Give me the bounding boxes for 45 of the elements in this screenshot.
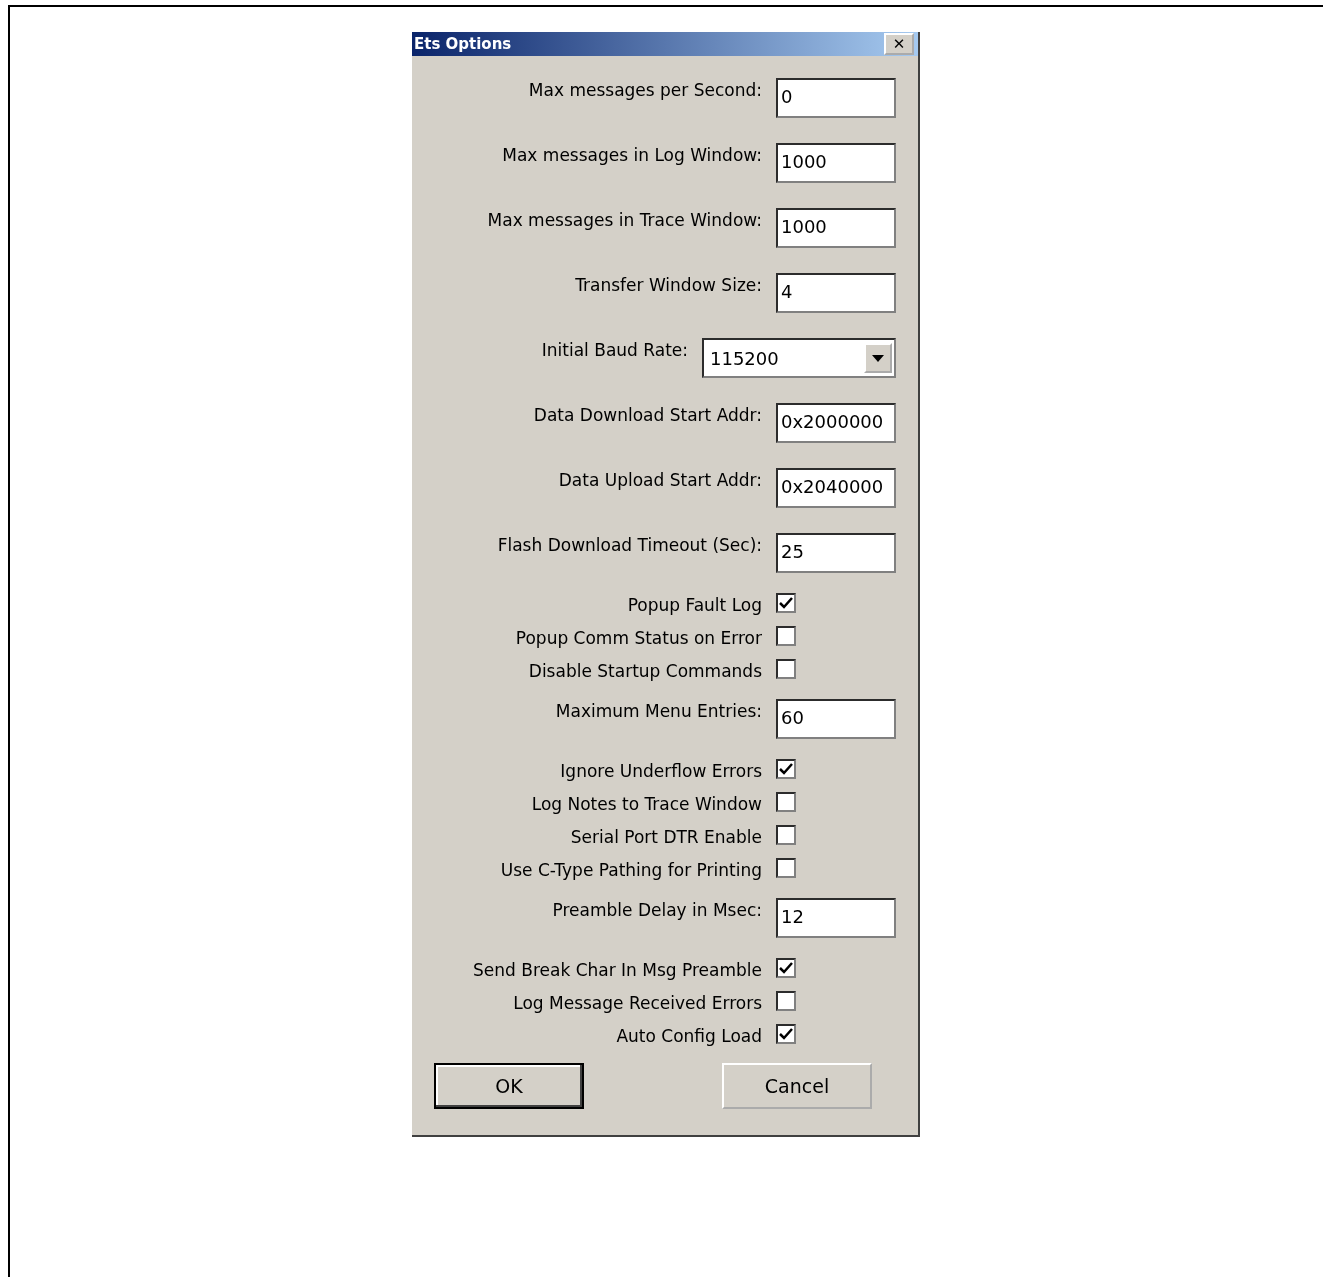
input-field[interactable]: 4 bbox=[776, 273, 896, 313]
input-field[interactable]: 0 bbox=[776, 78, 896, 118]
close-button[interactable]: ✕ bbox=[884, 33, 914, 55]
checkbox[interactable] bbox=[776, 1024, 796, 1044]
checkbox[interactable] bbox=[776, 991, 796, 1011]
window-title: Ets Options bbox=[414, 35, 512, 53]
input-field[interactable]: 60 bbox=[776, 699, 896, 739]
checkbox-label: Popup Comm Status on Error bbox=[515, 628, 762, 648]
checkbox[interactable] bbox=[776, 858, 796, 878]
checkbox[interactable] bbox=[776, 659, 796, 679]
field-label: Initial Baud Rate: bbox=[541, 340, 688, 360]
checkbox[interactable] bbox=[776, 825, 796, 845]
checkbox-label: Ignore Underflow Errors bbox=[560, 761, 762, 781]
field-label: Transfer Window Size: bbox=[575, 275, 762, 295]
checkbox[interactable] bbox=[776, 958, 796, 978]
checkbox[interactable] bbox=[776, 759, 796, 779]
checkbox-label: Serial Port DTR Enable bbox=[570, 827, 762, 847]
checkbox[interactable] bbox=[776, 626, 796, 646]
checkbox-label: Log Notes to Trace Window bbox=[531, 794, 762, 814]
checkbox-label: Use C-Type Pathing for Printing bbox=[500, 860, 762, 880]
field-label: Max messages per Second: bbox=[528, 80, 762, 100]
checkbox-label: Send Break Char In Msg Preamble bbox=[473, 960, 762, 980]
dropdown[interactable]: 115200 bbox=[702, 338, 896, 378]
caret-icon bbox=[872, 354, 884, 362]
ok-button[interactable]: OK bbox=[434, 1063, 584, 1109]
cancel-button[interactable]: Cancel bbox=[722, 1063, 872, 1109]
input-field[interactable]: 25 bbox=[776, 533, 896, 573]
checkbox[interactable] bbox=[776, 593, 796, 613]
field-label: Flash Download Timeout (Sec): bbox=[497, 535, 762, 555]
field-label: Max messages in Trace Window: bbox=[487, 210, 762, 230]
input-field[interactable]: 0x2000000 bbox=[776, 403, 896, 443]
field-label: Max messages in Log Window: bbox=[502, 145, 762, 165]
checkbox-label: Auto Config Load bbox=[616, 1026, 762, 1046]
checkbox-label: Popup Fault Log bbox=[627, 595, 762, 615]
checkbox-label: Log Message Received Errors bbox=[513, 993, 762, 1013]
field-label: Preamble Delay in Msec: bbox=[552, 900, 762, 920]
input-field[interactable]: 12 bbox=[776, 898, 896, 938]
checkbox[interactable] bbox=[776, 792, 796, 812]
field-label: Maximum Menu Entries: bbox=[555, 701, 762, 721]
field-label: Data Download Start Addr: bbox=[533, 405, 762, 425]
checkbox-label: Disable Startup Commands bbox=[528, 661, 762, 681]
input-field[interactable]: 1000 bbox=[776, 143, 896, 183]
input-field[interactable]: 1000 bbox=[776, 208, 896, 248]
field-label: Data Upload Start Addr: bbox=[558, 470, 762, 490]
input-field[interactable]: 0x2040000 bbox=[776, 468, 896, 508]
